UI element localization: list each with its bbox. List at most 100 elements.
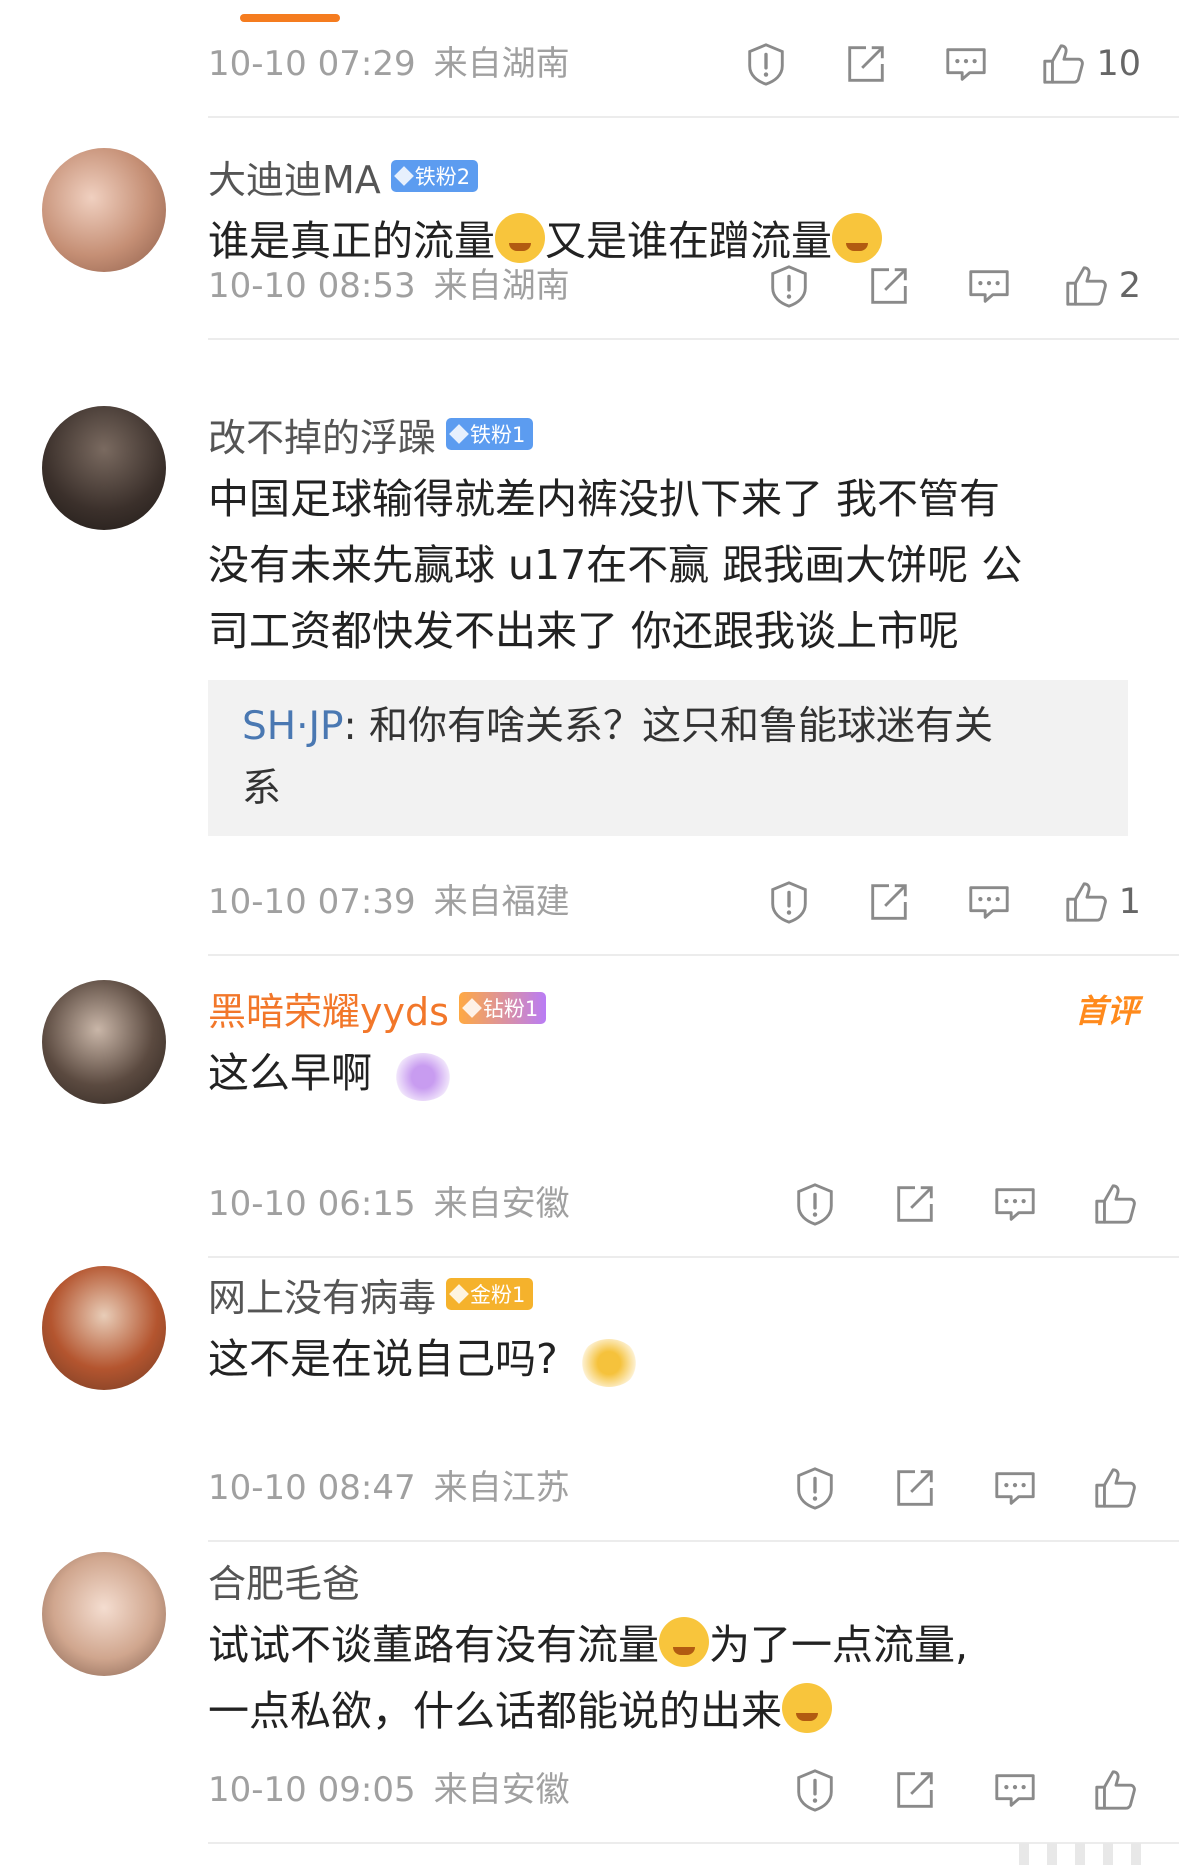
gem-decoration-icon [394,1053,452,1101]
share-icon[interactable] [840,38,892,90]
divider [208,116,1179,118]
report-icon[interactable] [763,876,815,928]
like-button[interactable]: 2 [1063,260,1141,312]
share-icon[interactable] [863,260,915,312]
comment-text-part: 又是谁在蹭流量 [545,217,832,265]
comment-bubble-icon[interactable] [989,1764,1041,1816]
comment-bubble-icon[interactable] [940,38,992,90]
username[interactable]: 改不掉的浮躁 [208,407,436,462]
comment-time: 10-10 07:39 [208,882,416,922]
comment-text-part: 试试不谈董路有没有流量 [208,1621,659,1669]
comment-actions [741,1178,1141,1230]
comment-location: 来自安徽 [433,1184,570,1224]
divider [208,1256,1179,1258]
comment-text: 中国足球输得就差内裤没扒下来了 我不管有 没有未来先赢球 u17在不赢 跟我画大… [208,466,1138,664]
fan-badge: 铁粉2 [390,160,479,192]
crown-icon [462,998,482,1018]
fan-badge: 钻粉1 [458,992,547,1024]
share-icon[interactable] [889,1178,941,1230]
avatar[interactable] [42,980,166,1104]
laughing-tears-emoji-icon [659,1617,709,1667]
like-count: 1 [1118,882,1141,922]
like-button[interactable]: 1 [1063,876,1141,928]
share-icon[interactable] [889,1462,941,1514]
username[interactable]: 大迪迪MA [208,149,381,204]
gold-gem-decoration-icon [579,1339,638,1387]
comment-actions: 1 [715,876,1141,928]
reply-preview[interactable]: SH·JP: 和你有啥关系？这只和鲁能球迷有关系 [208,680,1128,836]
fan-badge: 金粉1 [446,1278,534,1310]
active-tab-indicator [240,14,340,22]
gold-gem-icon [449,1284,469,1304]
comment-location: 来自湖南 [433,266,570,306]
avatar[interactable] [42,1552,166,1676]
fan-badge-label: 铁粉1 [470,423,526,447]
comment-text: 这不是在说自己吗? [208,1326,1138,1392]
comment-line: 中国足球输得就差内裤没扒下来了 我不管有 [208,475,1001,523]
report-icon[interactable] [789,1462,841,1514]
comment-meta: 10-10 07:29 来自湖南 [208,36,570,85]
shy-face-emoji-icon [495,213,545,263]
first-comment-badge: 首评 [1074,992,1139,1030]
comment-bubble-icon[interactable] [963,260,1015,312]
comment-location: 来自湖南 [433,44,570,84]
comment-actions: 2 [715,260,1141,312]
comment-meta: 10-10 06:15 来自安徽 [208,1176,570,1225]
username[interactable]: 网上没有病毒 [208,1267,436,1322]
comment-line: 没有未来先赢球 u17在不赢 跟我画大饼呢 公 [208,541,1023,589]
comment-line: 司工资都快发不出来了 你还跟我谈上市呢 [208,607,960,655]
thumb-up-icon [1092,1181,1138,1227]
comment-location: 来自福建 [433,882,570,922]
comment-actions [741,1462,1141,1514]
comment-time: 10-10 08:53 [208,266,416,306]
crying-face-emoji-icon [782,1683,832,1733]
like-button[interactable] [1089,1178,1141,1230]
watermark-decoration [961,1843,1141,1865]
comment-meta: 10-10 08:47 来自江苏 [208,1460,570,1509]
comment-time: 10-10 06:15 [208,1184,416,1224]
reply-username[interactable]: SH·JP [242,704,344,749]
username[interactable]: 合肥毛爸 [208,1553,360,1608]
fan-badge-label: 金粉1 [470,1283,526,1307]
comment-meta: 10-10 08:53 来自湖南 [208,258,570,307]
comment-actions: 10 [692,38,1141,90]
avatar[interactable] [42,406,166,530]
avatar[interactable] [42,1266,166,1390]
like-count: 2 [1118,266,1141,306]
comment-bubble-icon[interactable] [989,1462,1041,1514]
comment-text-part: 为了一点流量, [709,1621,969,1669]
like-button[interactable] [1089,1462,1141,1514]
thumb-up-icon [1092,1465,1138,1511]
comment-text: 试试不谈董路有没有流量 为了一点流量, 一点私欲，什么话都能说的出来 [208,1612,1138,1744]
fan-badge-label: 钻粉1 [482,997,539,1021]
diamond-icon [449,424,469,444]
share-icon[interactable] [863,876,915,928]
comment-meta: 10-10 09:05 来自安徽 [208,1762,570,1811]
divider [208,1540,1179,1542]
thumb-up-icon [1092,1767,1138,1813]
diamond-icon [393,166,414,186]
comment-time: 10-10 07:29 [208,44,416,84]
like-button[interactable]: 10 [1040,38,1141,90]
comment-bubble-icon[interactable] [989,1178,1041,1230]
comment-time: 10-10 08:47 [208,1468,416,1508]
username[interactable]: 黑暗荣耀yyds [208,981,449,1036]
comment-text-part: 这么早啊 [208,1049,372,1097]
comment-bubble-icon[interactable] [963,876,1015,928]
report-icon[interactable] [740,38,792,90]
comment-actions [741,1764,1141,1816]
like-count: 10 [1096,44,1141,84]
report-icon[interactable] [763,260,815,312]
divider [208,338,1179,340]
comment-location: 来自江苏 [433,1468,570,1508]
report-icon[interactable] [789,1178,841,1230]
reply-text: 系 [242,766,282,811]
avatar[interactable] [42,148,166,272]
report-icon[interactable] [789,1764,841,1816]
fan-badge-label: 铁粉2 [414,165,471,189]
comment-text-part: 这不是在说自己吗? [208,1335,558,1383]
share-icon[interactable] [889,1764,941,1816]
divider [208,954,1179,956]
comment-text: 这么早啊 [208,1040,1138,1106]
like-button[interactable] [1089,1764,1141,1816]
